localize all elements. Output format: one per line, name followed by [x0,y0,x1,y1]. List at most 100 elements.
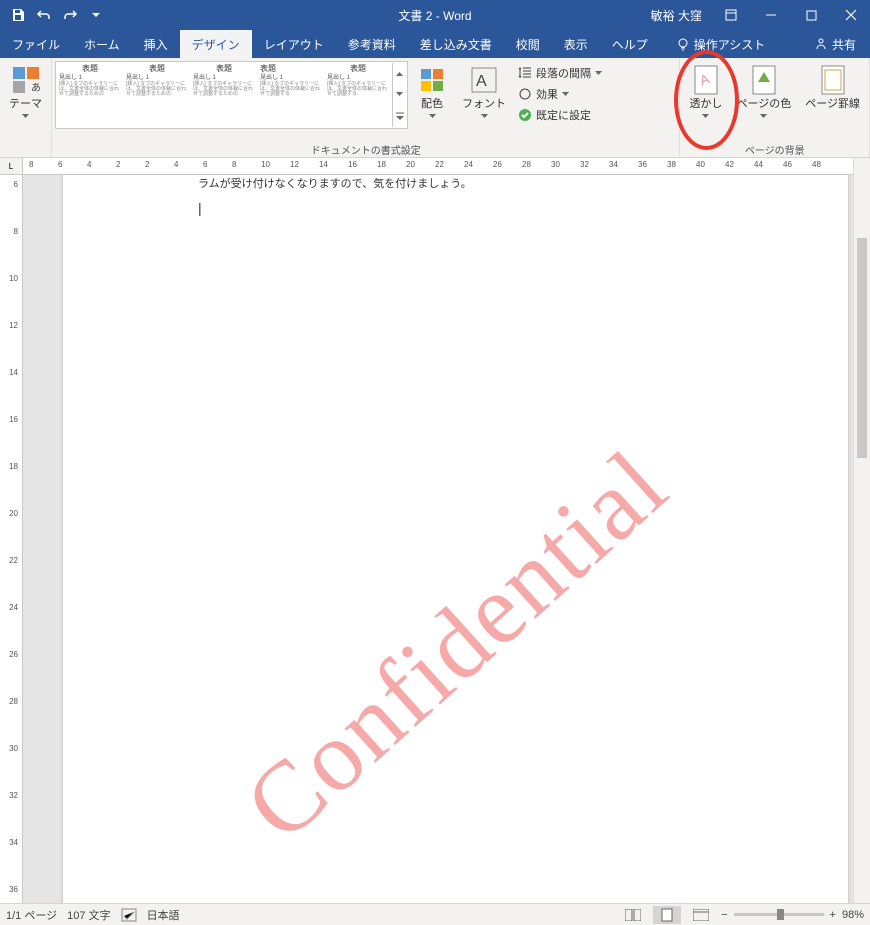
chevron-up-icon [396,71,403,76]
ribbon: あ テーマ 表題 見出し 1 [挿入] タブのギャラリーには、文書全体の体裁に合… [0,58,870,158]
quick-access-toolbar [0,3,108,27]
save-button[interactable] [6,3,30,27]
zoom-slider[interactable] [734,913,824,916]
view-web-layout[interactable] [687,906,715,924]
tab-mailings[interactable]: 差し込み文書 [408,30,504,58]
watermark-button[interactable]: A 透かし [683,61,728,139]
spell-check-icon[interactable] [121,908,137,922]
tell-me-search[interactable]: 操作アシスト [664,30,778,58]
save-icon [11,8,25,22]
colors-icon [418,66,446,94]
redo-icon [63,8,77,22]
chevron-down-icon [481,114,488,119]
tab-home[interactable]: ホーム [72,30,132,58]
tab-insert[interactable]: 挿入 [132,30,180,58]
group-label-page-bg: ページの背景 [680,142,869,159]
minimize-button[interactable] [752,0,790,30]
gallery-item[interactable]: 表題 見出し 1 [挿入] タブのギャラリーには、文書全体の体裁に合わせて調整す… [258,63,324,127]
effects-button[interactable]: 効果 [514,84,606,104]
gallery-item[interactable]: 表題 見出し 1 [挿入] タブのギャラリーには、文書全体の体裁に合わせて調整す… [57,63,123,127]
view-print-layout[interactable] [653,906,681,924]
gallery-item[interactable]: 表題 見出し 1 [挿入] タブのギャラリーには、文書全体の体裁に合わせて調整す… [191,63,257,127]
zoom-in[interactable]: + [830,909,836,921]
document-page[interactable]: ラムが受け付けなくなりますので、気を付けましょう。 | Confidential… [63,175,848,903]
para-group: 段落の間隔 効果 既定に設定 [514,61,606,125]
chevron-down-icon [429,114,436,119]
document-area: L 86422468101214161820222426283032343638… [0,158,870,903]
tell-me-label: 操作アシスト [694,36,766,53]
ribbon-display-icon [724,8,738,22]
chevron-down-icon [396,92,403,97]
lightbulb-icon [676,37,690,51]
watermark-label: 透かし [689,98,722,110]
set-default-button[interactable]: 既定に設定 [514,105,606,125]
tab-file[interactable]: ファイル [0,30,72,58]
page-color-icon [750,64,778,96]
page-borders-label: ページ罫線 [805,98,860,110]
colors-button[interactable]: 配色 [410,61,454,139]
ribbon-group-doc-format: 表題 見出し 1 [挿入] タブのギャラリーには、文書全体の体裁に合わせて調整す… [52,58,680,157]
tab-view[interactable]: 表示 [552,30,600,58]
close-button[interactable] [832,0,870,30]
horizontal-ruler[interactable]: 8642246810121416182022242628303234363840… [23,158,853,175]
page-viewport[interactable]: ラムが受け付けなくなりますので、気を付けましょう。 | Confidential… [23,175,853,903]
tab-help[interactable]: ヘルプ [600,30,660,58]
body-text-fragment: ラムが受け付けなくなりますので、気を付けましょう。 [198,175,472,191]
ribbon-display-button[interactable] [712,0,750,30]
gallery-down[interactable] [393,84,406,105]
colors-label: 配色 [421,98,443,110]
web-layout-icon [693,909,709,921]
gallery-item[interactable]: 表題 見出し 1 [挿入] タブのギャラリーには、文書全体の体裁に合わせて調整す… [325,63,391,127]
status-language[interactable]: 日本語 [147,907,180,923]
zoom-thumb[interactable] [777,909,784,920]
ribbon-tabs: ファイル ホーム 挿入 デザイン レイアウト 参考資料 差し込み文書 校閲 表示… [0,30,870,58]
titlebar: 文書 2 - Word 敏裕 大窪 [0,0,870,30]
maximize-button[interactable] [792,0,830,30]
window-title: 文書 2 - Word [398,7,471,24]
undo-button[interactable] [32,3,56,27]
svg-text:あ: あ [31,82,41,94]
text-cursor: | [198,200,202,216]
chevron-down-icon [562,92,569,97]
read-mode-icon [625,909,641,921]
themes-icon: あ [11,65,41,95]
zoom-level[interactable]: 98% [842,909,864,921]
redo-button[interactable] [58,3,82,27]
set-default-label: 既定に設定 [536,107,591,123]
style-gallery: 表題 見出し 1 [挿入] タブのギャラリーには、文書全体の体裁に合わせて調整す… [55,61,408,129]
fonts-label: フォント [462,98,506,110]
page-borders-icon [819,64,847,96]
page-borders-button[interactable]: ページ罫線 [799,61,866,139]
chevron-down-icon [92,11,100,19]
page-color-button[interactable]: ページの色 [730,61,797,139]
share-icon [814,37,828,51]
page-color-label: ページの色 [736,98,791,110]
vertical-ruler[interactable]: 681012141618202224262830323436 [0,175,23,903]
tab-design[interactable]: デザイン [180,30,252,58]
status-page[interactable]: 1/1 ページ [6,907,57,923]
chevron-down-icon [22,114,29,119]
gallery-item[interactable]: 表題 見出し 1 [挿入] タブのギャラリーには、文書全体の体裁に合わせて調整す… [124,63,190,127]
gallery-up[interactable] [393,63,406,84]
zoom-out[interactable]: − [721,909,727,921]
status-words[interactable]: 107 文字 [67,907,110,923]
para-spacing-button[interactable]: 段落の間隔 [514,63,606,83]
tab-layout[interactable]: レイアウト [252,30,336,58]
tab-review[interactable]: 校閲 [504,30,552,58]
share-button[interactable]: 共有 [800,30,870,58]
undo-icon [37,8,51,22]
tab-references[interactable]: 参考資料 [336,30,408,58]
gallery-more[interactable] [393,106,406,127]
ruler-corner[interactable]: L [0,158,23,175]
user-name[interactable]: 敏裕 大窪 [643,7,710,24]
ribbon-group-themes: あ テーマ [0,58,52,157]
qat-customize[interactable] [84,3,108,27]
maximize-icon [806,10,817,21]
scrollbar-thumb[interactable] [857,238,867,458]
view-read-mode[interactable] [619,906,647,924]
vertical-scrollbar[interactable] [853,158,870,903]
gallery-scroll [392,63,406,127]
minimize-icon [765,9,777,21]
fonts-button[interactable]: A フォント [456,61,512,139]
themes-button[interactable]: あ テーマ [3,61,48,139]
